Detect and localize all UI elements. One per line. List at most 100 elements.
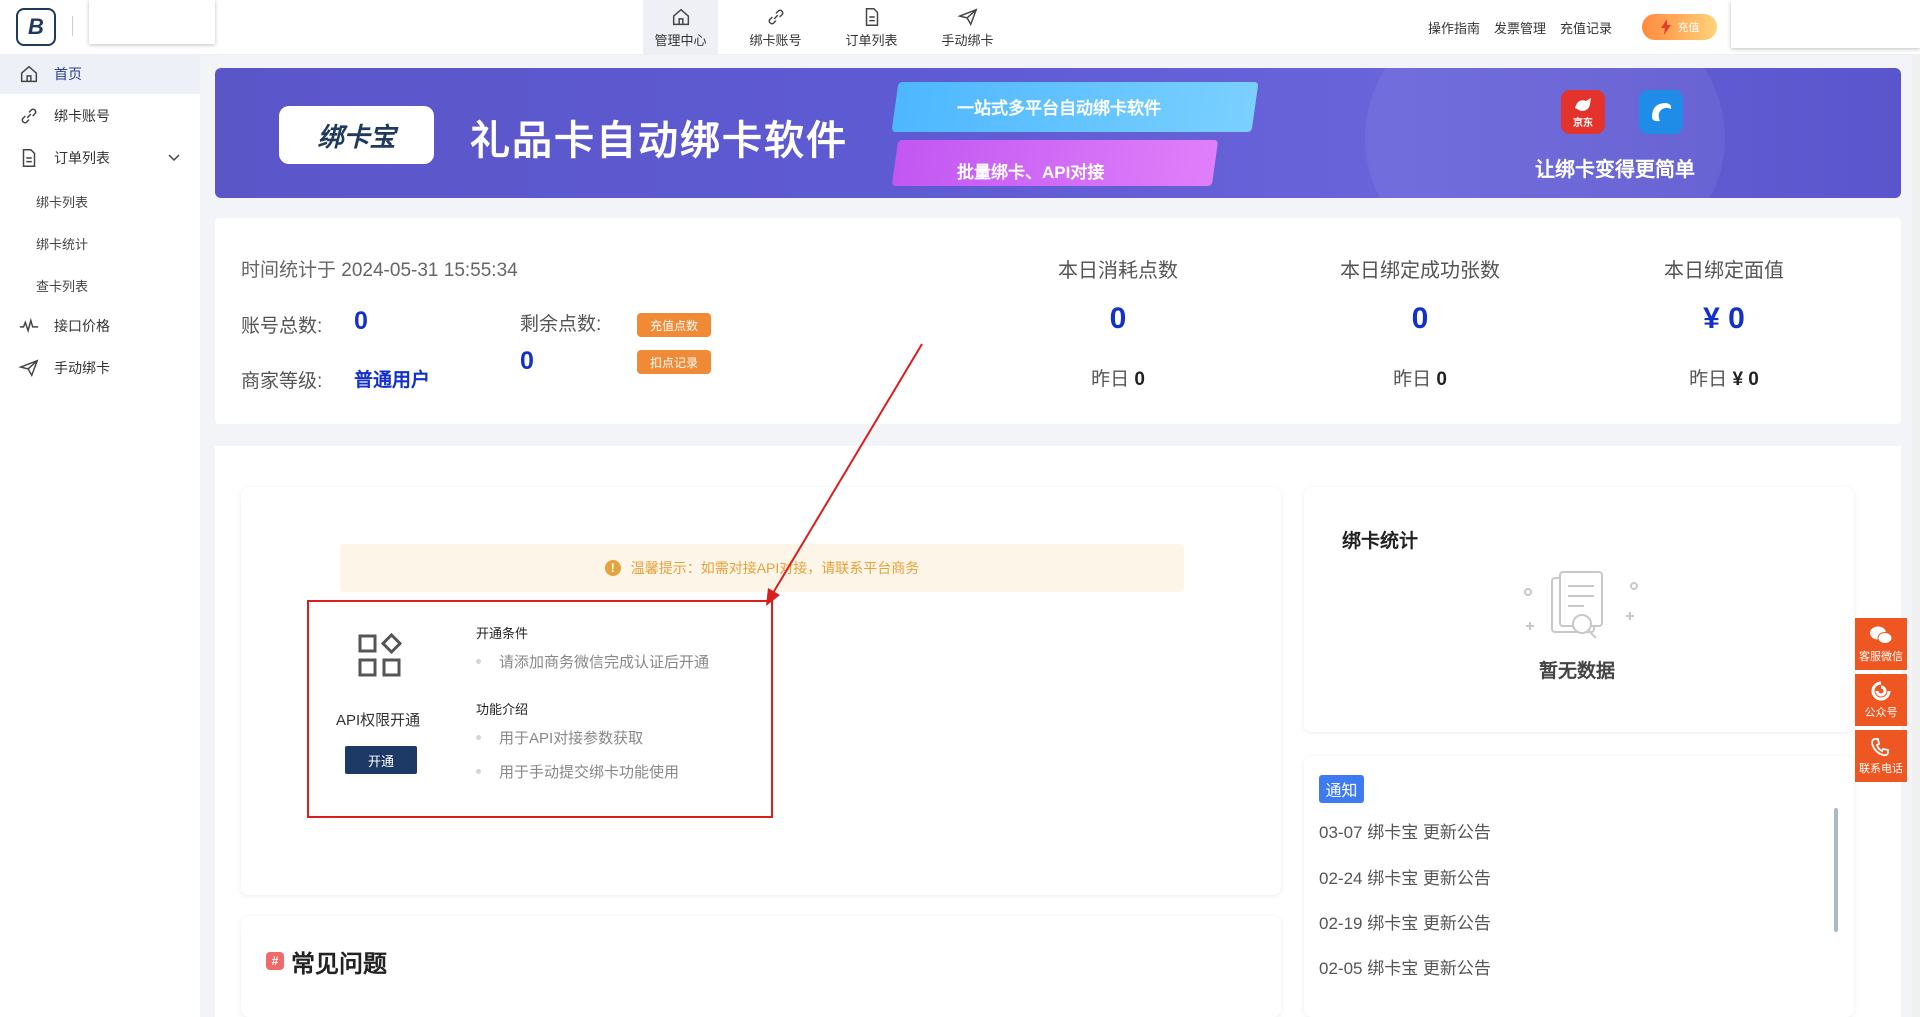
bullet [476,735,481,740]
sidebar-subitem-check-list[interactable]: 查卡列表 [36,276,88,295]
dolphin-icon [1652,103,1672,122]
deduct-record-button[interactable]: 扣点记录 [637,350,711,374]
banner-logo: 绑卡宝 [279,106,434,164]
warning-icon: ! [604,560,621,576]
notice-item[interactable]: 03-07 绑卡宝 更新公告 [1319,818,1491,843]
link-operation-guide[interactable]: 操作指南 [1428,18,1480,37]
sidebar-item-label: 手动绑卡 [54,360,110,376]
today-face-value-label: 本日绑定面值 [1664,260,1784,282]
sidebar-item-home[interactable]: 首页 [0,54,200,94]
dolphin-app-icon [1639,90,1683,134]
today-success-value: 0 [1411,302,1429,335]
notice-item[interactable]: 02-19 绑卡宝 更新公告 [1319,909,1491,934]
notice-scrollbar[interactable] [1834,808,1838,932]
bullet [476,659,481,664]
jd-app-icon: 京东 [1561,90,1605,134]
blank-panel-left [89,0,215,44]
nav-manual-bind[interactable]: 手动绑卡 [930,0,1005,54]
home-icon [672,8,689,25]
sidebar-item-manual-bind[interactable]: 手动绑卡 [0,348,200,388]
api-title: API权限开通 [336,712,421,729]
notice-item[interactable]: 02-24 绑卡宝 更新公告 [1319,864,1491,889]
condition-item: 请添加商务微信完成认证后开通 [476,651,709,672]
points-label: 剩余点数: [520,314,602,335]
document-icon [865,7,878,26]
nav-bind-accounts[interactable]: 绑卡账号 [738,0,813,54]
yesterday-value: 0 [1436,369,1447,390]
recharge-button[interactable]: 充值 [1642,14,1717,40]
float-label: 公众号 [1864,706,1898,719]
sidebar-item-label: 订单列表 [54,150,110,166]
function-item: 用于手动提交绑卡功能使用 [476,761,679,782]
sidebar-item-api-price[interactable]: 接口价格 [0,306,200,346]
chevron-down-icon [168,154,180,162]
yesterday-success: 昨日 0 [1290,364,1550,391]
today-points-label: 本日消耗点数 [1058,260,1178,282]
link-invoice[interactable]: 发票管理 [1494,18,1546,37]
function-text: 用于手动提交绑卡功能使用 [499,764,680,781]
yesterday-points: 昨日 0 [988,364,1248,391]
bind-stats-title: 绑卡统计 [1342,531,1419,552]
link-icon [21,108,37,124]
open-api-button[interactable]: 开通 [345,746,417,774]
nav-label: 绑卡账号 [749,32,802,48]
home-icon [20,65,38,83]
yesterday-label: 昨日 [1393,369,1432,390]
stats-time: 时间统计于 2024-05-31 15:55:34 [241,260,518,281]
hash-icon: # [266,952,284,970]
page-scrollbar[interactable] [1912,54,1920,1017]
yesterday-value: 0 [1134,369,1145,390]
wechat-icon [1870,626,1893,644]
promo-banner: 绑卡宝 礼品卡自动绑卡软件 一站式多平台自动绑卡软件 批量绑卡、API对接 京东… [215,68,1901,198]
points-value: 0 [520,347,534,375]
divider [72,16,73,36]
sidebar-item-order-list[interactable]: 订单列表 [0,138,200,178]
recharge-points-button[interactable]: 充值点数 [637,313,711,337]
sidebar-item-bind-accounts[interactable]: 绑卡账号 [0,96,200,136]
yesterday-label: 昨日 [1689,369,1728,390]
empty-data-icon [1524,571,1638,639]
annotation-arrow [766,343,923,606]
faq-title: 常见问题 [291,951,387,978]
document-icon [22,149,36,167]
yesterday-value: ¥ 0 [1732,369,1759,390]
float-label: 客服微信 [1859,650,1903,663]
float-wechat-service[interactable]: 客服微信 [1855,618,1907,670]
link-icon [768,9,783,24]
level-label: 商家等级: [241,371,323,392]
nav-order-list[interactable]: 订单列表 [834,0,909,54]
recharge-label: 充值 [1677,22,1700,34]
condition-heading: 开通条件 [476,626,529,641]
empty-data-text: 暂无数据 [1539,661,1616,682]
function-text: 用于API对接参数获取 [499,730,644,747]
float-phone[interactable]: 联系电话 [1855,730,1907,782]
sidebar-subitem-bind-stats[interactable]: 绑卡统计 [36,234,88,253]
account-total-value: 0 [354,307,368,335]
level-value: 普通用户 [354,370,431,391]
pulse-icon [19,317,39,334]
float-label: 联系电话 [1859,762,1903,775]
float-official-account[interactable]: 公众号 [1855,674,1907,726]
sidebar-item-label: 首页 [54,66,82,82]
nav-admin-center[interactable]: 管理中心 [643,0,718,54]
banner-slogan: 让绑卡变得更简单 [1535,159,1695,181]
apps-icon [358,632,403,677]
sidebar-item-label: 接口价格 [54,318,110,334]
condition-text: 请添加商务微信完成认证后开通 [499,654,710,671]
official-account-icon [1871,681,1891,700]
function-item: 用于API对接参数获取 [476,727,643,748]
app-logo[interactable]: B [16,8,56,46]
jd-label: 京东 [1573,117,1593,129]
sidebar-subitem-bind-list[interactable]: 绑卡列表 [36,192,88,211]
notice-item[interactable]: 02-05 绑卡宝 更新公告 [1319,954,1491,979]
sidebar-item-label: 绑卡账号 [54,108,110,124]
send-icon [956,7,978,26]
banner-title: 礼品卡自动绑卡软件 [470,119,848,163]
link-recharge-record[interactable]: 充值记录 [1560,18,1612,37]
faq-panel [241,916,1281,1017]
bullet [476,769,481,774]
jd-dog-icon [1575,97,1591,111]
today-face-value: ¥ 0 [1703,302,1745,335]
banner-tagline-1: 一站式多平台自动绑卡软件 [957,99,1161,118]
nav-label: 订单列表 [845,32,898,48]
